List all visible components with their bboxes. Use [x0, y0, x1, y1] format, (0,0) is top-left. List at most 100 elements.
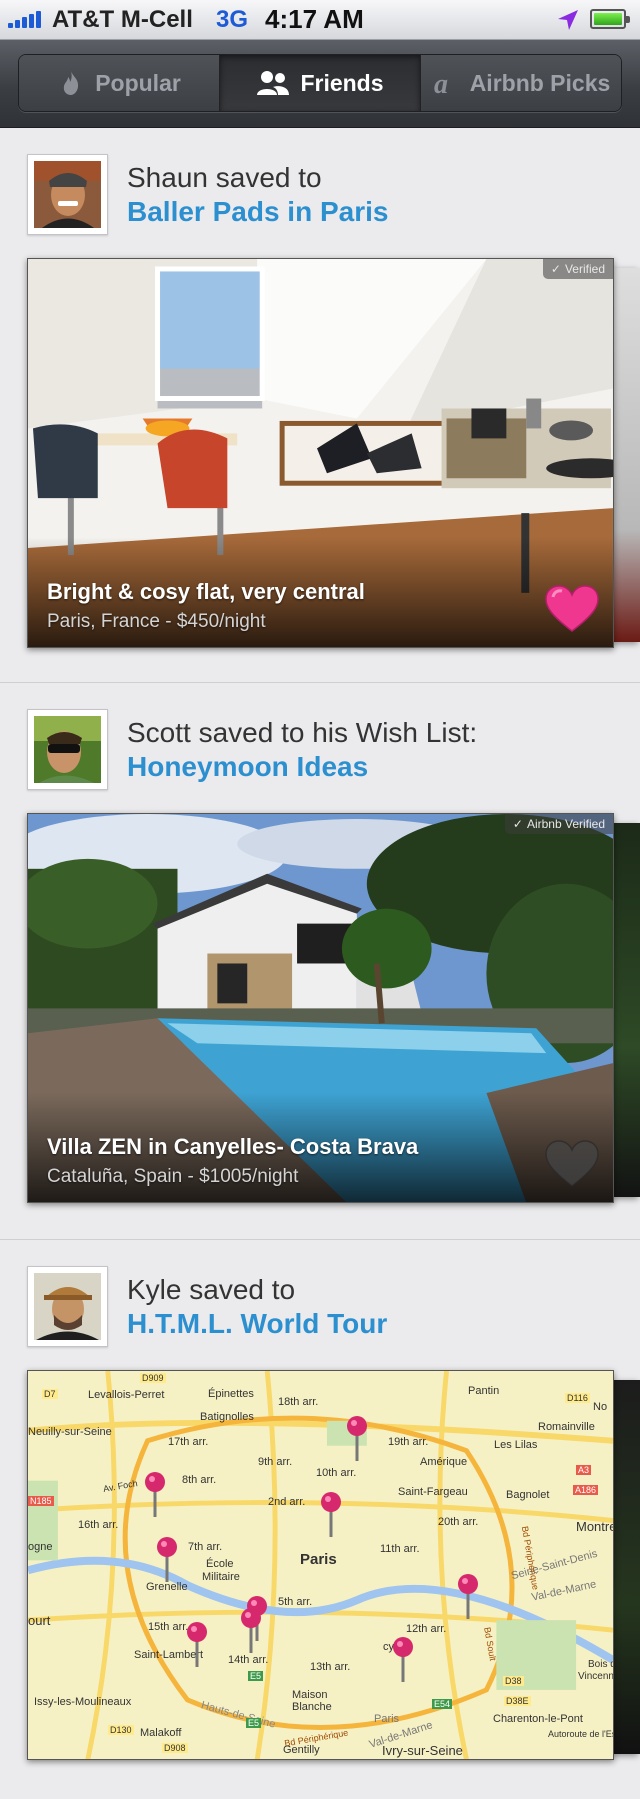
svg-text:a: a [434, 69, 448, 97]
map-label: D130 [108, 1725, 134, 1735]
map-pin-icon[interactable] [240, 1607, 262, 1655]
map-label: D7 [42, 1389, 58, 1399]
listing-subtitle: Cataluña, Spain - $1005/night [47, 1166, 299, 1187]
map-label: Batignolles [200, 1411, 254, 1423]
map-label: ourt [28, 1613, 51, 1628]
map-label: D38 [503, 1676, 524, 1686]
feed-item: Scott saved to his Wish List: Honeymoon … [0, 683, 640, 1240]
wish-list-link[interactable]: Baller Pads in Paris [127, 196, 388, 228]
map-label: Bois de [588, 1659, 613, 1670]
map-label: E5 [246, 1718, 262, 1728]
tab-segmented-control: Popular Friends a Airbnb Picks [18, 54, 622, 112]
activity-text: Shaun saved to [127, 162, 322, 193]
status-bar: AT&T M-Cell 3G 4:17 AM [0, 0, 640, 40]
tab-friends[interactable]: Friends [220, 55, 421, 111]
map-pin-icon[interactable] [186, 1621, 208, 1669]
map-label: D38E [504, 1696, 531, 1706]
avatar[interactable] [27, 154, 108, 235]
wish-list-link[interactable]: Honeymoon Ideas [127, 751, 368, 783]
map-pin-icon[interactable] [346, 1415, 368, 1463]
avatar-photo [34, 716, 101, 783]
map-card[interactable]: D909 Levallois-Perret Épinettes Pantin D… [27, 1370, 614, 1760]
airbnb-a-icon: a [434, 69, 448, 97]
listing-card[interactable]: ✓ Airbnb Verified Villa ZEN in Canyelles-… [27, 813, 614, 1203]
check-icon: ✓ [550, 262, 561, 276]
clock: 4:17 AM [265, 4, 364, 34]
map-label: 17th arr. [168, 1436, 209, 1448]
listing-subtitle: Paris, France - $450/night [47, 611, 266, 632]
network-type: 3G [216, 6, 249, 33]
map-label: 9th arr. [258, 1456, 293, 1468]
map-label: 15th arr. [148, 1621, 189, 1633]
listing-card[interactable]: ✓ Verified Bright & cosy flat, very centr… [27, 258, 614, 648]
map-label: Amérique [420, 1456, 468, 1468]
map-label: 10th arr. [316, 1467, 357, 1479]
map-label: 12th arr. [406, 1623, 447, 1635]
map-label: Romainville [538, 1421, 595, 1433]
map-label: D909 [140, 1373, 166, 1383]
map-label: E5 [248, 1671, 264, 1681]
heart-icon[interactable] [545, 1140, 599, 1188]
map-pin-icon[interactable] [156, 1536, 178, 1584]
map-label: 2nd arr. [268, 1496, 306, 1508]
carrier-name: AT&T M-Cell [52, 6, 193, 33]
avatar-photo [34, 161, 101, 228]
map-pin-icon[interactable] [457, 1573, 479, 1621]
location-arrow-icon [558, 10, 578, 30]
feed-item: Kyle saved to H.T.M.L. World Tour D909 L… [0, 1240, 640, 1799]
map-label: No [593, 1401, 608, 1413]
map-label: Charenton-le-Pont [493, 1713, 583, 1725]
map-label: D908 [162, 1743, 188, 1753]
next-card-peek[interactable] [614, 268, 640, 642]
avatar[interactable] [27, 1266, 108, 1347]
map-label: 16th arr. [78, 1519, 119, 1531]
tab-popular-label: Popular [95, 69, 181, 96]
map-label: Gentilly [283, 1744, 320, 1756]
activity-text: Kyle saved to [127, 1274, 296, 1305]
map-label: Pantin [468, 1385, 500, 1397]
map-label: 5th arr. [278, 1596, 313, 1608]
map-label: Autoroute de l'Est [548, 1729, 614, 1739]
map-label: A3 [576, 1465, 592, 1475]
tab-airbnb-picks[interactable]: a Airbnb Picks [421, 55, 621, 111]
map-label: 7th arr. [188, 1541, 223, 1553]
top-nav: Popular Friends a Airbnb Picks [0, 40, 640, 128]
check-icon: ✓ [512, 817, 523, 831]
map-label: D116 [565, 1393, 590, 1403]
map-label: Neuilly-sur-Seine [28, 1426, 112, 1438]
map-label: Saint-Fargeau [398, 1486, 468, 1498]
map-label: Issy-les-Moulineaux [34, 1696, 132, 1708]
next-card-peek[interactable] [614, 823, 640, 1197]
map-label: Montre [576, 1519, 614, 1534]
tab-popular[interactable]: Popular [19, 55, 220, 111]
map-label: Paris [374, 1713, 400, 1725]
battery-icon [590, 9, 630, 29]
verified-badge: ✓ Verified [542, 259, 613, 279]
verified-badge: ✓ Airbnb Verified [504, 814, 613, 834]
map-label: Malakoff [140, 1727, 182, 1739]
next-card-peek[interactable] [614, 1380, 640, 1754]
map-pin-icon[interactable] [320, 1491, 342, 1539]
feed-item: Shaun saved to Baller Pads in Paris ✓ Ve… [0, 128, 640, 683]
flame-icon [64, 71, 79, 95]
map-label: Militaire [202, 1571, 240, 1583]
map-label: A186 [573, 1485, 599, 1495]
map-label: Levallois-Perret [88, 1389, 165, 1401]
map-label: N185 [28, 1496, 54, 1506]
map-label: 14th arr. [228, 1654, 269, 1666]
map-label: 11th arr. [380, 1543, 420, 1555]
map-label: Vincennes [578, 1671, 614, 1682]
map-pin-icon[interactable] [144, 1471, 166, 1519]
map-label: Maison [292, 1689, 328, 1701]
signal-strength-icon [8, 11, 41, 28]
wish-list-link[interactable]: H.T.M.L. World Tour [127, 1308, 387, 1340]
map-label: ogne [28, 1541, 53, 1553]
map-label: E54 [432, 1699, 453, 1709]
heart-icon[interactable] [545, 585, 599, 633]
map-label: Ivry-sur-Seine [382, 1743, 463, 1758]
avatar[interactable] [27, 709, 108, 790]
map-label: École [206, 1558, 234, 1570]
map-pin-icon[interactable] [392, 1636, 414, 1684]
map-label: 20th arr. [438, 1516, 479, 1528]
map-label: 19th arr. [388, 1436, 429, 1448]
